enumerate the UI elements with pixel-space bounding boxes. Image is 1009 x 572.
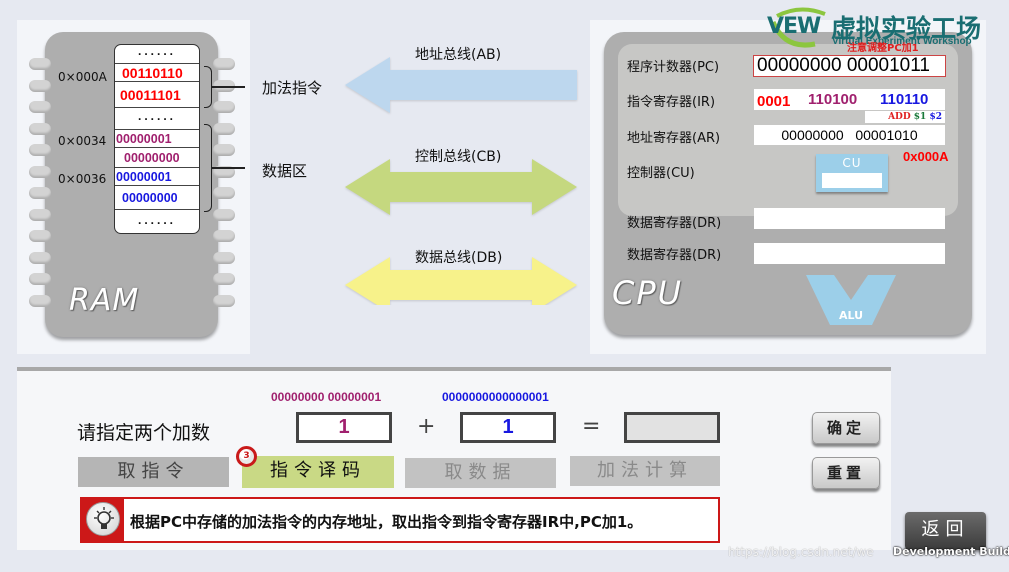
ram-pin <box>29 79 51 92</box>
confirm-button[interactable]: 确定 <box>812 412 880 444</box>
lightbulb-icon <box>86 502 120 536</box>
ram-pin <box>213 187 235 199</box>
address-bus-arrow <box>345 57 577 113</box>
alu-label: ALU <box>839 309 863 322</box>
ram-pin <box>29 294 51 307</box>
result-field <box>624 412 720 443</box>
step-add-compute-button[interactable]: 加法计算 <box>570 456 720 486</box>
hint-text: 根据PC中存储的加法指令的内存地址，取出指令到指令寄存器IR中,PC加1。 <box>130 513 643 531</box>
watermark: https://blog.csdn.net/we <box>728 545 874 559</box>
ram-pin <box>29 58 51 70</box>
dr1-label: 数据寄存器(DR) <box>627 216 722 231</box>
instruction-group-label: 加法指令 <box>262 79 323 97</box>
ram-pin <box>213 230 235 242</box>
instruction-brace <box>204 66 212 108</box>
hint-bar: 根据PC中存储的加法指令的内存地址，取出指令到指令寄存器IR中,PC加1。 <box>80 497 720 543</box>
step-fetch-instruction-button[interactable]: 取指令 <box>78 457 229 487</box>
ir-register: 0001 110100 110110 <box>754 89 945 110</box>
ir-opcode: 0001 <box>757 93 791 110</box>
pc-register: 00000000 00001011 <box>753 55 946 77</box>
ram-pin <box>29 144 51 156</box>
ram-pin <box>213 208 235 221</box>
ram-pin <box>29 165 51 178</box>
dr2-register <box>754 243 945 264</box>
step-badge: 3 <box>236 446 257 467</box>
ram-pin <box>213 101 235 113</box>
operand-prompt: 请指定两个加数 <box>77 422 211 444</box>
ram-pin <box>29 101 51 113</box>
operand1-input[interactable]: 1 <box>296 412 392 443</box>
logo-overlay-note: 注意调整PC加1 <box>847 43 919 54</box>
cpu-panel: 程序计数器(PC) 00000000 00001011 指令寄存器(IR) 00… <box>590 20 986 354</box>
memory-ellipsis: ...... <box>115 107 199 129</box>
operand2-binary: 0000000000000001 <box>442 390 549 404</box>
bus-arrows <box>345 57 577 305</box>
ir-operand1: 110100 <box>808 91 858 108</box>
pc-label: 程序计数器(PC) <box>627 60 720 75</box>
decode-r1: $1 <box>913 112 927 122</box>
data-bus-arrow <box>345 257 577 305</box>
ar-register: 00000000 00001010 <box>754 125 945 145</box>
logo-mark: VEW <box>767 14 821 39</box>
control-bus-arrow <box>345 159 577 215</box>
memory-cell: 00000001 <box>115 167 199 185</box>
ram-panel: 0×000A 0×0034 0×0036 ...... 00110110 00011… <box>17 20 250 354</box>
cu-block-label: CU <box>842 156 862 170</box>
ram-address: 0×0036 <box>58 172 107 186</box>
ar-label: 地址寄存器(AR) <box>627 131 721 146</box>
ram-pin <box>29 208 51 221</box>
ram-pin <box>213 294 235 307</box>
operand1-binary: 00000000 00000001 <box>271 390 382 404</box>
step-decode-instruction-button[interactable]: 指令译码 <box>242 456 394 488</box>
ram-pin <box>29 273 51 285</box>
ram-pin <box>29 122 51 135</box>
reset-button[interactable]: 重置 <box>812 457 880 489</box>
dr1-register <box>754 208 945 229</box>
logo: VEW 虚拟实验工场 Virtual Experiment Workshop 注… <box>765 6 990 54</box>
instruction-brace-line <box>212 86 245 88</box>
operand2-input[interactable]: 1 <box>460 412 556 443</box>
ram-address: 0×000A <box>58 70 107 84</box>
dr2-label: 数据寄存器(DR) <box>627 248 722 263</box>
memory-cell: 00000000 <box>115 185 199 209</box>
development-build-label: Development Build <box>893 545 1009 558</box>
ram-pin <box>213 251 235 264</box>
ram-pin <box>213 122 235 135</box>
cu-block-value <box>822 173 882 188</box>
equals-sign: = <box>582 414 601 439</box>
memory-ellipsis: ...... <box>115 209 199 233</box>
cu-block: CU <box>816 154 888 192</box>
cu-address: 0x000A <box>903 149 949 164</box>
memory-table: ...... 00110110 00011101...... 00000001 0000… <box>114 44 200 234</box>
step-fetch-data-button[interactable]: 取数据 <box>405 458 556 488</box>
alu-block: ALU <box>806 275 896 325</box>
memory-cell: 00000000 <box>115 147 199 167</box>
ram-pin <box>29 187 51 199</box>
ram-pin <box>213 273 235 285</box>
memory-cell: 00000001 <box>115 129 199 147</box>
decode-op: ADD <box>888 112 911 122</box>
ir-operand2: 110110 <box>880 91 929 108</box>
data-brace <box>204 124 212 212</box>
ram-pin <box>213 144 235 156</box>
cpu-label: CPU <box>612 274 684 312</box>
ir-decode: ADD $1 $2 <box>865 111 945 123</box>
data-group-label: 数据区 <box>262 162 308 180</box>
ram-label: RAM <box>69 283 140 318</box>
hint-icon-box <box>82 499 124 541</box>
ram-address: 0×0034 <box>58 134 107 148</box>
memory-ellipsis: ...... <box>137 44 176 58</box>
ram-pin <box>29 230 51 242</box>
ir-label: 指令寄存器(IR) <box>627 95 716 110</box>
memory-cell: 00011101 <box>115 81 199 107</box>
ram-pin <box>213 58 235 70</box>
cu-label: 控制器(CU) <box>627 166 695 181</box>
memory-cell: 00110110 <box>115 63 199 81</box>
data-brace-line <box>212 167 245 169</box>
ram-pin <box>29 251 51 264</box>
plus-sign: + <box>417 414 436 439</box>
decode-r2: $2 <box>929 112 942 122</box>
